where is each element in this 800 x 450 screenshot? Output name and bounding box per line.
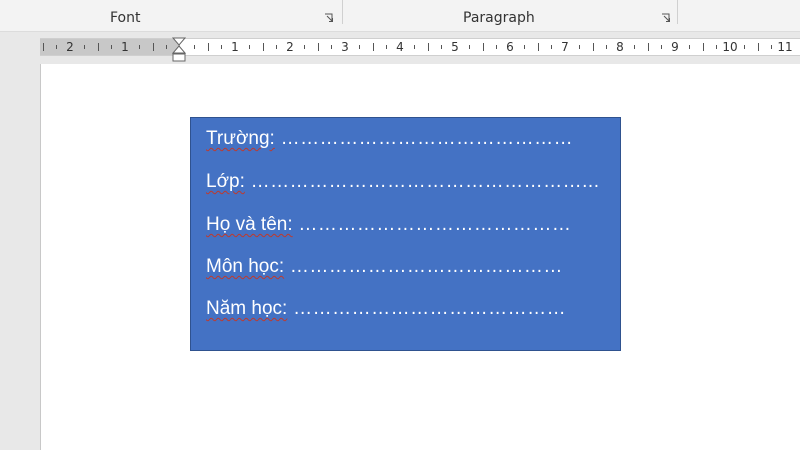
- indent-marker-icon[interactable]: [171, 32, 187, 64]
- ruler-tick: [303, 45, 305, 49]
- ruler-tick: [42, 43, 44, 51]
- ruler-tick: [83, 45, 85, 49]
- ruler-number: 7: [561, 40, 569, 54]
- ruler-tick: [441, 45, 443, 49]
- class-blank: ……………………………………………...: [244, 171, 600, 192]
- ruler-tick: [482, 43, 484, 51]
- school-line[interactable]: Trường: ………………………………………: [206, 128, 573, 150]
- ruler-tick: [523, 45, 525, 49]
- ruler-tick: [207, 43, 209, 51]
- ruler-tick: [262, 43, 264, 51]
- ruler-tick: [647, 43, 649, 51]
- ruler-tick: [193, 45, 195, 49]
- ruler-number: 5: [451, 40, 459, 54]
- ruler-tick: [688, 45, 690, 49]
- word-window: Font Paragraph 2 1 1 2 3 4 5 6 7 8 9 10 11 Trường: ……: [0, 0, 800, 450]
- ruler-number: 6: [506, 40, 514, 54]
- ruler-tick: [757, 43, 759, 51]
- ruler-tick: [97, 43, 99, 51]
- school-year-label: Năm học:: [206, 298, 288, 319]
- ruler-tick: [702, 43, 704, 51]
- ruler-number: 8: [616, 40, 624, 54]
- ruler-tick: [152, 43, 154, 51]
- ribbon-groups-bar: Font Paragraph: [0, 0, 800, 32]
- ruler-left-margin-zone: [40, 39, 180, 55]
- ruler-tick: [743, 45, 745, 49]
- school-label: Trường:: [206, 128, 275, 149]
- ruler-tick: [413, 45, 415, 49]
- name-label: Họ và tên:: [206, 214, 293, 235]
- ruler-tick: [372, 43, 374, 51]
- ruler-tick: [633, 45, 635, 49]
- ruler-number: 10: [722, 40, 738, 54]
- ruler-tick: [221, 45, 223, 49]
- ruler-tick: [166, 45, 168, 49]
- ruler-tick: [427, 43, 429, 51]
- ruler-tick: [468, 45, 470, 49]
- ruler-number: 3: [341, 40, 349, 54]
- ruler-tick: [111, 45, 113, 49]
- ruler-tick: [551, 45, 553, 49]
- paragraph-group-label: Paragraph: [463, 10, 535, 26]
- ruler-tick: [606, 45, 608, 49]
- ruler-number: 1: [231, 40, 239, 54]
- ruler-tick: [592, 43, 594, 51]
- ruler-number: 9: [671, 40, 679, 54]
- document-gutter: [0, 64, 40, 450]
- ruler-tick: [578, 45, 580, 49]
- ruler-tick: [331, 45, 333, 49]
- group-separator: [342, 0, 343, 24]
- ruler-number: 2: [286, 40, 294, 54]
- group-separator: [677, 0, 678, 24]
- class-label: Lớp:: [206, 171, 245, 192]
- font-dialog-launcher-icon[interactable]: [324, 13, 334, 23]
- subject-label: Môn học:: [206, 256, 285, 277]
- ruler-tick: [496, 45, 498, 49]
- name-line[interactable]: Họ và tên: ……………………………………: [206, 214, 571, 236]
- ruler-number: 11: [777, 40, 793, 54]
- ruler-tick: [716, 45, 718, 49]
- school-year-blank: ……………………………………: [287, 298, 567, 319]
- name-blank: ……………………………………: [292, 214, 572, 235]
- text-box[interactable]: Trường: ……………………………………… Lớp: ………………………………: [190, 117, 621, 351]
- ruler-tick: [771, 45, 773, 49]
- subject-blank: ……………………………………: [284, 256, 563, 277]
- font-group-label: Font: [110, 10, 141, 26]
- ruler-tick: [248, 45, 250, 49]
- ruler-tick: [276, 45, 278, 49]
- ruler-tick: [358, 45, 360, 49]
- ruler-tick: [386, 45, 388, 49]
- school-year-line[interactable]: Năm học: ……………………………………: [206, 298, 566, 320]
- ruler-tick: [317, 43, 319, 51]
- subject-line[interactable]: Môn học: ……………………………………: [206, 256, 563, 278]
- ruler-number: 2: [66, 40, 74, 54]
- ruler-tick: [661, 45, 663, 49]
- paragraph-dialog-launcher-icon[interactable]: [661, 13, 671, 23]
- class-line[interactable]: Lớp: ……………………………………………...: [206, 171, 600, 193]
- ruler-tick: [56, 45, 58, 49]
- horizontal-ruler[interactable]: 2 1 1 2 3 4 5 6 7 8 9 10 11: [40, 38, 800, 56]
- school-blank: ………………………………………: [274, 128, 574, 149]
- ruler-number: 4: [396, 40, 404, 54]
- ruler-tick: [138, 45, 140, 49]
- ruler-tick: [537, 43, 539, 51]
- ruler-number: 1: [121, 40, 129, 54]
